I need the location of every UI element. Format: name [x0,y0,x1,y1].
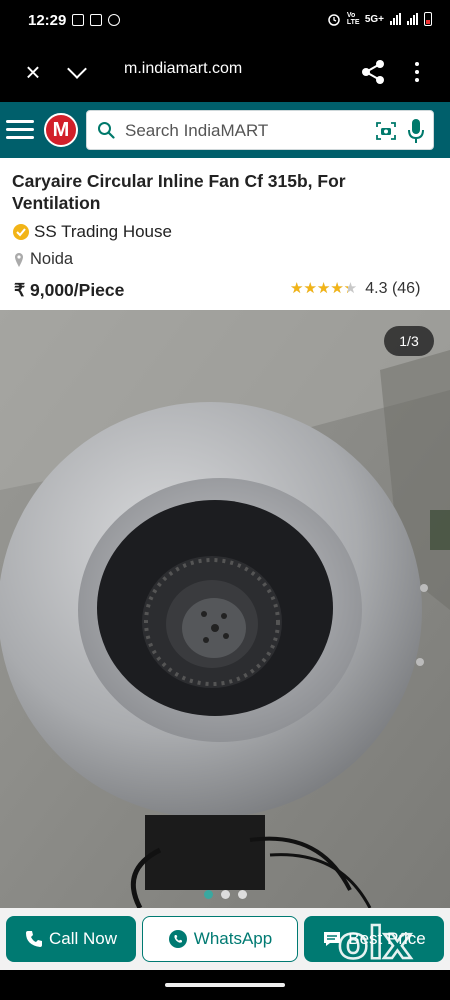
indiamart-logo[interactable]: M [44,113,78,147]
location-text: Noida [30,250,74,268]
rating-stars: ★★★★★ ★★★★★ [290,280,358,297]
image-counter: 1/3 [384,326,434,356]
carousel-dots [204,890,247,899]
verified-badge-icon [13,224,29,240]
search-box[interactable] [86,110,434,150]
hamburger-icon[interactable] [6,118,36,142]
browser-toolbar: × m.indiamart.com [0,46,450,102]
whatsapp-label: WhatsApp [193,929,273,948]
more-vert-icon[interactable] [408,58,426,86]
product-info: Caryaire Circular Inline Fan Cf 315b, Fo… [0,158,450,310]
signal-icon [390,13,401,25]
system-nav-bar [0,970,450,1000]
home-gesture-pill[interactable] [165,983,285,987]
product-title: Caryaire Circular Inline Fan Cf 315b, Fo… [12,171,346,213]
camera-search-icon[interactable] [375,120,397,142]
volte-label: Vo LTE [346,12,360,26]
status-time: 12:29 [28,12,67,29]
system-icons: Vo LTE 5G+ [327,12,432,26]
olx-watermark-logo: olx [337,917,413,968]
seller-row[interactable]: SS Trading House [12,222,172,242]
seller-name[interactable]: SS Trading House [34,222,172,242]
carousel-dot[interactable] [204,890,213,899]
alarm-icon [328,14,340,26]
rating-text: 4.3 (46) [365,280,421,297]
price-text: ₹ 9,000/Piece [14,280,125,300]
rating-row[interactable]: ★★★★★ ★★★★★ 4.3 (46) [290,280,420,298]
location-pin-icon [15,252,23,267]
url-text[interactable]: m.indiamart.com [124,60,242,78]
location-row: Noida [14,250,73,269]
carousel-dot[interactable] [238,890,247,899]
screen: 12:29 Vo LTE 5G+ × m.indiamart.com M Sea… [0,0,450,1000]
chevron-down-icon[interactable] [64,58,92,86]
network-label: 5G+ [364,13,384,25]
whatsapp-icon [168,930,187,948]
call-now-label: Call Now [48,929,118,948]
battery-icon [424,12,432,26]
product-image-gallery[interactable]: 1/3 [0,310,450,908]
carousel-dot[interactable] [221,890,230,899]
signal-icon-2 [407,13,418,25]
message-icon [72,14,84,26]
app-header: M [0,102,450,158]
close-icon[interactable]: × [20,59,46,86]
search-icon [98,122,115,139]
product-image [0,310,450,908]
whatsapp-button[interactable]: WhatsApp [142,916,298,962]
status-bar: 12:29 Vo LTE 5G+ [0,0,450,46]
search-input[interactable] [125,117,355,145]
svg-text:olx: olx [338,918,412,968]
share-icon[interactable] [360,58,386,86]
phone-icon [25,931,42,947]
app-notification-icon [108,14,120,26]
notification-icons [72,14,120,26]
mic-icon[interactable] [407,117,425,145]
gallery-icon [90,14,102,26]
call-now-button[interactable]: Call Now [6,916,136,962]
